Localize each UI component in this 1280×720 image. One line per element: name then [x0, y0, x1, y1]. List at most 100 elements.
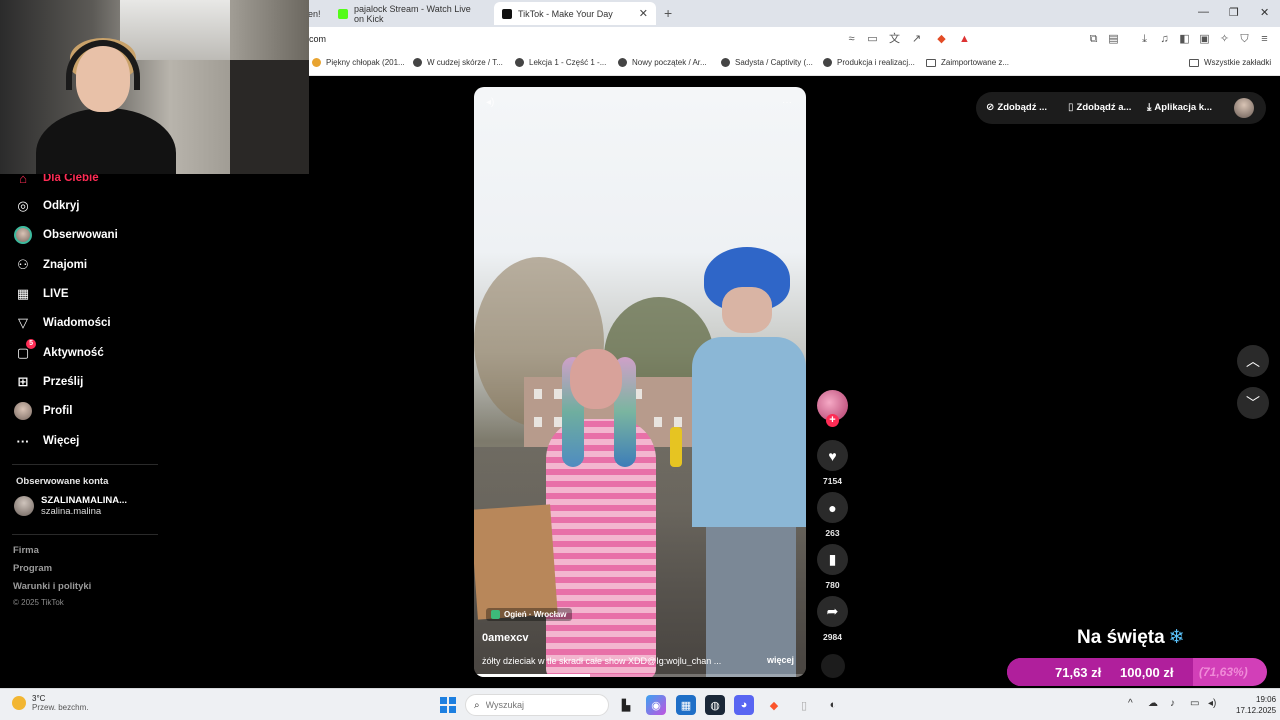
next-video-button[interactable]: ﹀	[1237, 387, 1269, 419]
bookmark-favicon-icon	[721, 58, 730, 67]
leo-icon[interactable]: ✧	[1218, 33, 1231, 46]
vpn-icon[interactable]: ⛉	[1238, 33, 1251, 46]
copyright: © 2025 TikTok	[13, 598, 64, 607]
media-icon[interactable]: ♫	[1158, 33, 1171, 46]
bookmark[interactable]: Produkcja i realizacj...	[823, 58, 915, 67]
sidebar-item-friends[interactable]: ⚇ Znajomi	[14, 256, 87, 274]
brave-rewards-icon[interactable]: ▲	[958, 33, 971, 46]
previous-video-button[interactable]: ︿	[1237, 345, 1269, 377]
comment-button[interactable]: ●	[817, 492, 848, 523]
discord-icon[interactable]: ◕	[734, 695, 754, 715]
see-more-button[interactable]: więcej	[767, 655, 794, 665]
extensions-icon[interactable]: ⧉	[1087, 33, 1100, 46]
upload-icon: ⊞	[17, 374, 29, 389]
network-icon[interactable]: ▭	[1190, 698, 1199, 709]
steam-icon[interactable]: ◍	[705, 695, 725, 715]
top-controls: ⊘ Zdobądź ... ▯ Zdobądź a... ⤓ Aplikacja k.…	[976, 92, 1266, 124]
sidebar-item-more[interactable]: ··· Więcej	[14, 432, 80, 450]
speaker-icon[interactable]: ◂)	[1208, 698, 1216, 709]
weather-widget[interactable]: 3°C Przew. bezchm.	[12, 694, 88, 712]
chevron-down-icon: ﹀	[1246, 395, 1260, 411]
weather-desc: Przew. bezchm.	[32, 703, 89, 712]
bookmark[interactable]: Piękny chłopak (201...	[312, 58, 405, 67]
like-button[interactable]: ♥	[817, 440, 848, 471]
download-icon[interactable]: ⤓	[1138, 33, 1151, 46]
search-input[interactable]	[485, 700, 596, 710]
restore-icon[interactable]: ❐	[1229, 6, 1239, 19]
footer-link-terms[interactable]: Warunki i polityki	[13, 581, 91, 592]
tab-label: pajalock Stream - Watch Live on Kick	[354, 3, 471, 24]
save-button[interactable]: ▮	[817, 544, 848, 575]
minimize-icon[interactable]: —	[1198, 6, 1209, 18]
video-author[interactable]: 0amexcv	[482, 632, 529, 644]
reader-icon[interactable]: ≈	[845, 33, 858, 46]
user-avatar[interactable]	[1234, 98, 1254, 118]
volume-icon[interactable]: ◂)	[486, 97, 494, 108]
bookmark-favicon-icon	[618, 58, 627, 67]
tab-tiktok[interactable]: TikTok - Make Your Day ✕	[494, 2, 656, 25]
sidebar-item-following[interactable]: Obserwowani	[14, 226, 118, 244]
close-window-icon[interactable]: ✕	[1260, 6, 1269, 19]
footer-link-program[interactable]: Program	[13, 563, 52, 574]
footer-link-company[interactable]: Firma	[13, 545, 39, 556]
profile-icon	[14, 402, 32, 420]
followed-account[interactable]: SZALINAMALINA... szalina.malina	[14, 495, 127, 517]
store-icon[interactable]: ▦	[676, 695, 696, 715]
download-arrow-icon: ⤓	[1147, 102, 1152, 113]
menu-icon[interactable]: ≡	[1258, 33, 1271, 46]
music-disc-icon[interactable]	[821, 654, 845, 678]
video-options-icon[interactable]: ···	[782, 97, 792, 108]
brave-shield-icon[interactable]: ◆	[935, 33, 948, 46]
divider	[12, 534, 158, 535]
copilot-icon[interactable]: ◉	[646, 695, 666, 715]
bookmark[interactable]: W cudzej skórze / T...	[413, 58, 503, 67]
taskbar-search[interactable]: ⌕	[465, 694, 609, 716]
share-icon[interactable]: ↗	[910, 33, 923, 46]
translate-icon[interactable]: 文	[888, 33, 901, 46]
donation-current: 71,63 zł	[1055, 665, 1102, 680]
location-tag[interactable]: Ogień · Wrocław	[486, 608, 572, 621]
tray-chevron-up-icon[interactable]: ^	[1128, 698, 1133, 709]
tab-search-icon[interactable]: ▤	[1107, 33, 1120, 46]
cast-icon[interactable]: ▭	[866, 33, 879, 46]
sidebar-item-upload[interactable]: ⊞ Prześlij	[14, 373, 84, 391]
desktop-app-button[interactable]: ⤓ Aplikacja k...	[1147, 102, 1212, 113]
obs-icon[interactable]: ◐	[823, 695, 843, 715]
bookmark[interactable]: Sadysta / Captivity (...	[721, 58, 813, 67]
all-bookmarks[interactable]: Wszystkie zakładki	[1189, 58, 1271, 67]
close-tab-icon[interactable]: ✕	[639, 7, 648, 20]
share-button[interactable]: ➦	[817, 596, 848, 627]
bookmark[interactable]: Lekcja 1 - Część 1 -...	[515, 58, 606, 67]
location-pin-icon	[491, 610, 500, 619]
get-coins-button[interactable]: ⊘ Zdobądź ...	[986, 102, 1047, 113]
follow-plus-icon[interactable]: +	[826, 414, 839, 427]
sidebar-item-live[interactable]: ▦ LIVE	[14, 285, 69, 303]
comment-icon: ●	[828, 499, 837, 516]
sidebar-item-explore[interactable]: ◎ Odkryj	[14, 197, 79, 215]
task-view-icon[interactable]: ▙	[616, 695, 636, 715]
onedrive-icon[interactable]: ☁	[1148, 698, 1158, 709]
snowflake-icon: ❄	[1168, 627, 1185, 648]
kick-favicon-icon	[338, 8, 348, 19]
get-app-button[interactable]: ▯ Zdobądź a...	[1068, 102, 1131, 113]
brave-icon[interactable]: ◆	[764, 695, 784, 715]
windows-start-icon[interactable]	[440, 697, 456, 713]
url-field[interactable]: com	[309, 34, 326, 44]
bookmark[interactable]: Nowy początek / Ar...	[618, 58, 707, 67]
tab-kick[interactable]: pajalock Stream - Watch Live on Kick	[330, 2, 490, 25]
new-tab-button[interactable]: +	[664, 5, 672, 21]
live-icon: ▦	[16, 286, 30, 301]
sidebar-item-messages[interactable]: ▽ Wiadomości	[14, 314, 111, 332]
sidebar-item-profile[interactable]: Profil	[14, 402, 72, 420]
sidebar-item-activity[interactable]: ▢ 5 Aktywność	[14, 339, 104, 362]
microphone-icon[interactable]: ♪	[1170, 698, 1175, 709]
bookmark-folder[interactable]: Zaimportowane z...	[926, 58, 1009, 67]
folder-icon	[926, 58, 936, 67]
file-icon[interactable]: ▯	[794, 695, 814, 715]
sidebar-icon[interactable]: ◧	[1178, 33, 1191, 46]
system-clock[interactable]: 19:06 17.12.2025	[1236, 694, 1276, 716]
wallet-icon[interactable]: ▣	[1198, 33, 1211, 46]
friends-icon: ⚇	[17, 257, 29, 272]
video-player[interactable]: ◂) ··· Ogień · Wrocław 0amexcv żółty dzi…	[474, 87, 806, 677]
video-progress-bar[interactable]	[474, 674, 806, 677]
